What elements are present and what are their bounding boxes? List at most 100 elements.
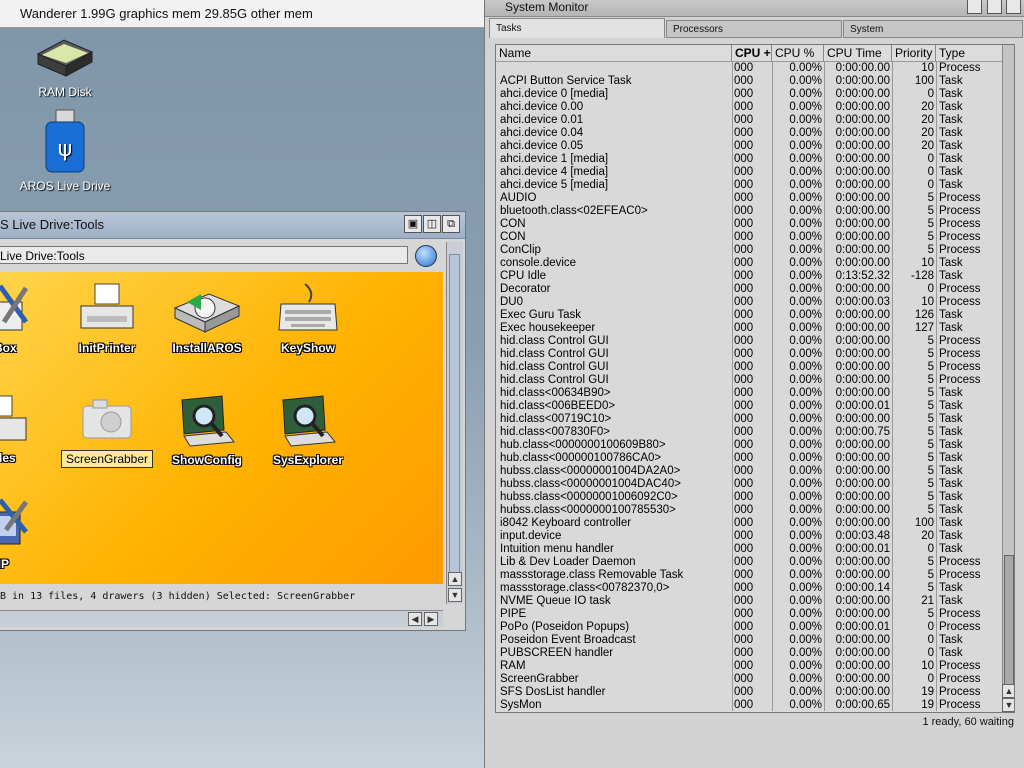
table-row[interactable]: massstorage.class<00782370,0> 000 0.00% 0:0… <box>496 582 1002 595</box>
table-row[interactable]: hub.class<000000100786CA0> 000 0.00% 0:00:0… <box>496 452 1002 465</box>
table-row[interactable]: ahci.device 4 [media] 000 0.00% 0:00:00.00 0… <box>496 166 1002 179</box>
table-row[interactable]: ahci.device 0.00 000 0.00% 0:00:00.00 20 Task <box>496 101 1002 114</box>
table-row[interactable]: Poseidon Event Broadcast 000 0.00% 0:00:00.… <box>496 634 1002 647</box>
drawer-icon-area[interactable]: olBox InitPrinter InstallAROS <box>0 272 443 584</box>
table-row[interactable]: NVME Queue IO task 000 0.00% 0:00:00.00 21 Ta… <box>496 595 1002 608</box>
table-row[interactable]: hub.class<0000000100609B80> 000 0.00% 0:00:… <box>496 439 1002 452</box>
table-row[interactable]: SysMon 000 0.00% 0:00:00.65 19 Process <box>496 699 1002 712</box>
column-header-cpu-time[interactable]: CPU Time <box>824 45 892 61</box>
scroll-right-button[interactable]: ▶ <box>424 612 438 626</box>
task-priority: 5 <box>927 192 934 204</box>
scroll-down-button[interactable]: ▼ <box>448 588 462 602</box>
scroll-left-button[interactable]: ◀ <box>408 612 422 626</box>
table-row[interactable]: massstorage.class Removable Task 000 0.00%… <box>496 569 1002 582</box>
zoom-button[interactable]: ◫ <box>423 215 441 233</box>
tab-label: Processors <box>673 24 724 35</box>
table-row[interactable]: hid.class<006BEED0> 000 0.00% 0:00:00.01 5 Ta… <box>496 400 1002 413</box>
horizontal-scrollbar[interactable]: ◀ ▶ <box>0 610 443 627</box>
tool-icon-printfiles[interactable]: tFiles <box>0 392 50 466</box>
table-row[interactable]: hid.class Control GUI 000 0.00% 0:00:00.00 5… <box>496 361 1002 374</box>
system-monitor-window[interactable]: System Monitor Tasks Processors System N… <box>484 0 1024 768</box>
column-header-priority[interactable]: Priority <box>892 45 936 61</box>
table-row[interactable]: PoPo (Poseidon Popups) 000 0.00% 0:00:00.01… <box>496 621 1002 634</box>
table-row[interactable]: input.device 000 0.00% 0:00:03.48 20 Task <box>496 530 1002 543</box>
column-header-name[interactable]: Name <box>496 45 732 61</box>
table-row[interactable]: Lib & Dev Loader Daemon 000 0.00% 0:00:00.0… <box>496 556 1002 569</box>
table-row[interactable]: Exec housekeeper 000 0.00% 0:00:00.00 127 Tas… <box>496 322 1002 335</box>
scroll-up-button[interactable]: ▲ <box>448 572 462 586</box>
tab-system[interactable]: System <box>843 20 1023 38</box>
table-row[interactable]: ahci.device 1 [media] 000 0.00% 0:00:00.00 0… <box>496 153 1002 166</box>
table-row[interactable]: ahci.device 5 [media] 000 0.00% 0:00:00.00 0… <box>496 179 1002 192</box>
tool-icon-initprinter[interactable]: InitPrinter <box>57 282 157 356</box>
table-row[interactable]: ConClip 000 0.00% 0:00:00.00 5 Process <box>496 244 1002 257</box>
table-row[interactable]: RAM 000 0.00% 0:00:00.00 10 Process <box>496 660 1002 673</box>
tab-processors[interactable]: Processors <box>666 20 842 38</box>
tool-icon-toolbox[interactable]: olBox <box>0 282 50 356</box>
table-row[interactable]: bluetooth.class<02EFEAC0> 000 0.00% 0:00:00… <box>496 205 1002 218</box>
install-drive-icon <box>173 293 241 333</box>
table-row[interactable]: hubss.class<00000001004DAC40> 000 0.00% 0:0… <box>496 478 1002 491</box>
table-row[interactable]: i8042 Keyboard controller 000 0.00% 0:00:00… <box>496 517 1002 530</box>
table-row[interactable]: ahci.device 0.01 000 0.00% 0:00:00.00 20 Task <box>496 114 1002 127</box>
path-field[interactable]: Live Drive:Tools <box>0 246 408 264</box>
table-row[interactable]: ahci.device 0 [media] 000 0.00% 0:00:00.00 0… <box>496 88 1002 101</box>
table-row[interactable]: hid.class<00634B90> 000 0.00% 0:00:00.00 5 Ta… <box>496 387 1002 400</box>
table-row[interactable]: PUBSCREEN handler 000 0.00% 0:00:00.00 0 Task <box>496 647 1002 660</box>
table-row[interactable]: AUDIO 000 0.00% 0:00:00.00 5 Process <box>496 192 1002 205</box>
tools-drawer-window[interactable]: S Live Drive:Tools ▣ ◫ ⧉ Live Drive:Tool… <box>0 211 466 631</box>
go-parent-button[interactable] <box>415 245 437 267</box>
table-row[interactable]: ahci.device 0.04 000 0.00% 0:00:00.00 20 Task <box>496 127 1002 140</box>
tool-icon-sysexplorer[interactable]: SysExplorer <box>258 392 358 468</box>
column-header-cpu-percent[interactable]: CPU % <box>772 45 824 61</box>
scroll-up-button[interactable]: ▲ <box>1002 684 1014 698</box>
table-row[interactable]: CON 000 0.00% 0:00:00.00 5 Process <box>496 231 1002 244</box>
iconify-button[interactable]: ▣ <box>404 215 422 233</box>
column-header-cpu[interactable]: CPU + <box>732 45 772 61</box>
vertical-scrollbar[interactable]: ▲ ▼ <box>446 242 463 604</box>
desktop-icon-aros-live-drive[interactable]: ψ AROS Live Drive <box>10 108 120 193</box>
table-row[interactable]: DU0 000 0.00% 0:00:00.03 10 Process <box>496 296 1002 309</box>
tool-icon-keyshow[interactable]: KeyShow <box>258 282 358 356</box>
table-row[interactable]: hid.class<00719C10> 000 0.00% 0:00:00.00 5 Ta… <box>496 413 1002 426</box>
table-row[interactable]: PIPE 000 0.00% 0:00:00.00 5 Process <box>496 608 1002 621</box>
table-row[interactable]: hubss.class<00000001004DA2A0> 000 0.00% 0:0… <box>496 465 1002 478</box>
table-row[interactable]: console.device 000 0.00% 0:00:00.00 10 Task <box>496 257 1002 270</box>
depth-button[interactable]: ⧉ <box>442 215 460 233</box>
tab-tasks[interactable]: Tasks <box>489 18 665 38</box>
table-row[interactable]: 000 0.00% 0:00:00.00 10 Process <box>496 62 1002 75</box>
window-title-bar[interactable]: S Live Drive:Tools ▣ ◫ ⧉ <box>0 212 465 239</box>
tool-icon-screengrabber[interactable]: ScreenGrabber <box>57 392 157 468</box>
task-cpu-percent: 0.00% <box>789 400 822 412</box>
table-row[interactable]: SFS DosList handler 000 0.00% 0:00:00.00 19 P… <box>496 686 1002 699</box>
scroll-down-button[interactable]: ▼ <box>1002 698 1014 712</box>
table-row[interactable]: Exec Guru Task 000 0.00% 0:00:00.00 126 Task <box>496 309 1002 322</box>
table-row[interactable]: Decorator 000 0.00% 0:00:00.00 0 Process <box>496 283 1002 296</box>
tool-icon-installaros[interactable]: InstallAROS <box>157 282 257 356</box>
table-row[interactable]: hid.class Control GUI 000 0.00% 0:00:00.00 5… <box>496 335 1002 348</box>
table-row[interactable]: hid.class Control GUI 000 0.00% 0:00:00.00 5… <box>496 374 1002 387</box>
scroll-thumb[interactable] <box>1004 555 1014 695</box>
tool-icon-showconfig[interactable]: ShowConfig <box>157 392 257 468</box>
tool-icon-tmp[interactable]: MP <box>0 498 50 572</box>
table-row[interactable]: CON 000 0.00% 0:00:00.00 5 Process <box>496 218 1002 231</box>
zoom-button[interactable] <box>987 0 1002 14</box>
table-row[interactable]: Intuition menu handler 000 0.00% 0:00:00.01… <box>496 543 1002 556</box>
task-list[interactable]: Name CPU + CPU % CPU Time Priority Type … <box>495 44 1015 713</box>
iconify-button[interactable] <box>967 0 982 14</box>
table-row[interactable]: ACPI Button Service Task 000 0.00% 0:00:00.… <box>496 75 1002 88</box>
table-row[interactable]: ahci.device 0.05 000 0.00% 0:00:00.00 20 Task <box>496 140 1002 153</box>
task-priority: 0 <box>927 543 934 555</box>
window-title-bar[interactable]: System Monitor <box>485 0 1024 17</box>
table-row[interactable]: CPU Idle 000 0.00% 0:13:52.32 -128 Task <box>496 270 1002 283</box>
desktop-icon-ram-disk[interactable]: RAM Disk <box>10 36 120 99</box>
depth-button[interactable] <box>1006 0 1021 14</box>
column-header-type[interactable]: Type <box>936 45 1002 61</box>
table-row[interactable]: hid.class<007830F0> 000 0.00% 0:00:00.75 5 Ta… <box>496 426 1002 439</box>
task-list-scrollbar[interactable]: ▲ ▼ <box>1002 45 1014 712</box>
table-row[interactable]: hubss.class<00000001006092C0> 000 0.00% 0:0… <box>496 491 1002 504</box>
table-row[interactable]: hubss.class<0000000100785530> 000 0.00% 0:0… <box>496 504 1002 517</box>
table-row[interactable]: ScreenGrabber 000 0.00% 0:00:00.00 0 Process <box>496 673 1002 686</box>
scroll-thumb[interactable] <box>449 254 460 574</box>
table-row[interactable]: hid.class Control GUI 000 0.00% 0:00:00.00 5… <box>496 348 1002 361</box>
